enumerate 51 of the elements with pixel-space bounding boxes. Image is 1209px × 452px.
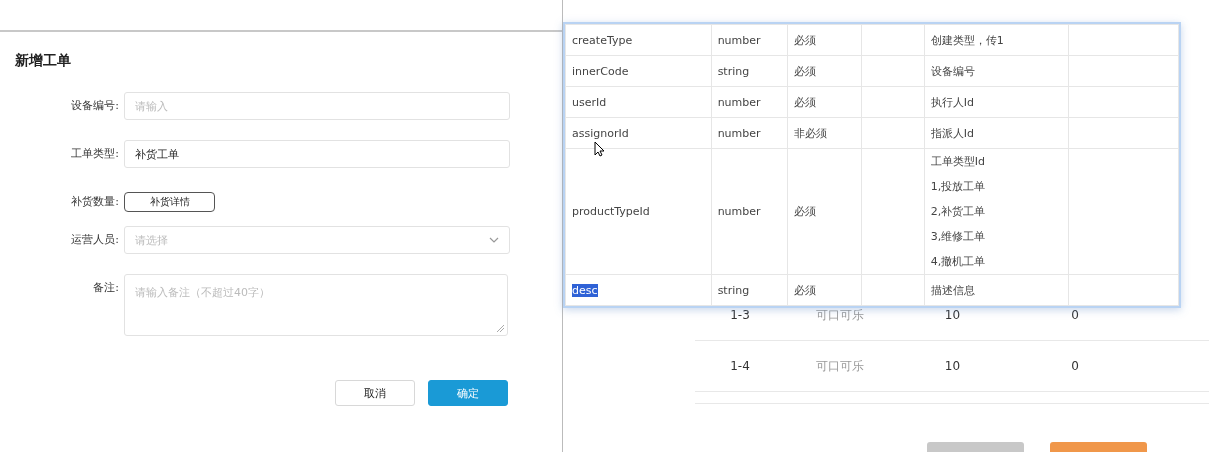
param-description: 1,投放工单: [930, 179, 987, 195]
param-description: 创建类型，传1: [930, 32, 1005, 49]
param-description: 指派人Id: [930, 125, 975, 142]
param-description: 执行人Id: [930, 94, 975, 111]
table-cell-text: 可口可乐: [815, 357, 865, 375]
table-cell-text: 0: [1070, 359, 1080, 374]
param-description: 4,撤机工单: [930, 254, 987, 270]
table-cell-text: 10: [943, 308, 962, 323]
param-name: assignorId: [572, 126, 629, 140]
param-type: string: [717, 283, 750, 297]
param-type: number: [717, 95, 761, 109]
field-label: 补货数量:: [70, 194, 120, 210]
field-label: 备注:: [92, 280, 120, 296]
param-required: 必须: [794, 64, 817, 78]
cancel-button[interactable]: 取消: [335, 380, 415, 406]
param-description: 设备编号: [930, 63, 976, 80]
chevron-down-icon: [489, 237, 499, 243]
param-name: createType: [572, 33, 633, 47]
field-label: 工单类型:: [70, 146, 120, 162]
table-cell-text: 可口可乐: [815, 306, 865, 324]
dialog-title: 新增工单: [15, 52, 72, 70]
table-cell-text: 1-3: [729, 308, 751, 323]
table-cell-text: 0: [1070, 308, 1080, 323]
param-required: 必须: [794, 95, 817, 109]
param-type: number: [717, 33, 761, 47]
param-description: 3,维修工单: [930, 229, 987, 245]
param-description: 2,补货工单: [930, 204, 987, 220]
param-required: 必须: [794, 205, 817, 218]
mouse-cursor-icon: [594, 141, 605, 157]
field-label: 设备编号:: [70, 98, 120, 114]
resize-handle-icon: [497, 325, 504, 332]
detail-button[interactable]: 补货详情: [124, 192, 215, 212]
table-cell-text: 1-4: [729, 359, 751, 374]
param-name: userId: [572, 95, 607, 109]
param-type: number: [717, 126, 761, 140]
text-input[interactable]: 补货工单: [124, 140, 510, 168]
param-required: 非必须: [794, 126, 828, 140]
param-name: desc: [572, 283, 598, 297]
footer-button[interactable]: [1050, 442, 1147, 452]
field-label: 运营人员:: [70, 232, 120, 248]
param-type: string: [717, 64, 750, 78]
footer-button[interactable]: [927, 442, 1024, 452]
param-type: number: [717, 205, 761, 218]
table-cell-text: 10: [943, 359, 962, 374]
param-required: 必须: [794, 33, 817, 47]
param-name: productTypeId: [572, 205, 650, 218]
param-name: innerCode: [572, 64, 629, 78]
text-input[interactable]: 请输入: [124, 92, 510, 120]
param-description: 描述信息: [930, 282, 976, 299]
param-required: 必须: [794, 283, 817, 297]
param-description: 工单类型Id: [930, 154, 986, 170]
